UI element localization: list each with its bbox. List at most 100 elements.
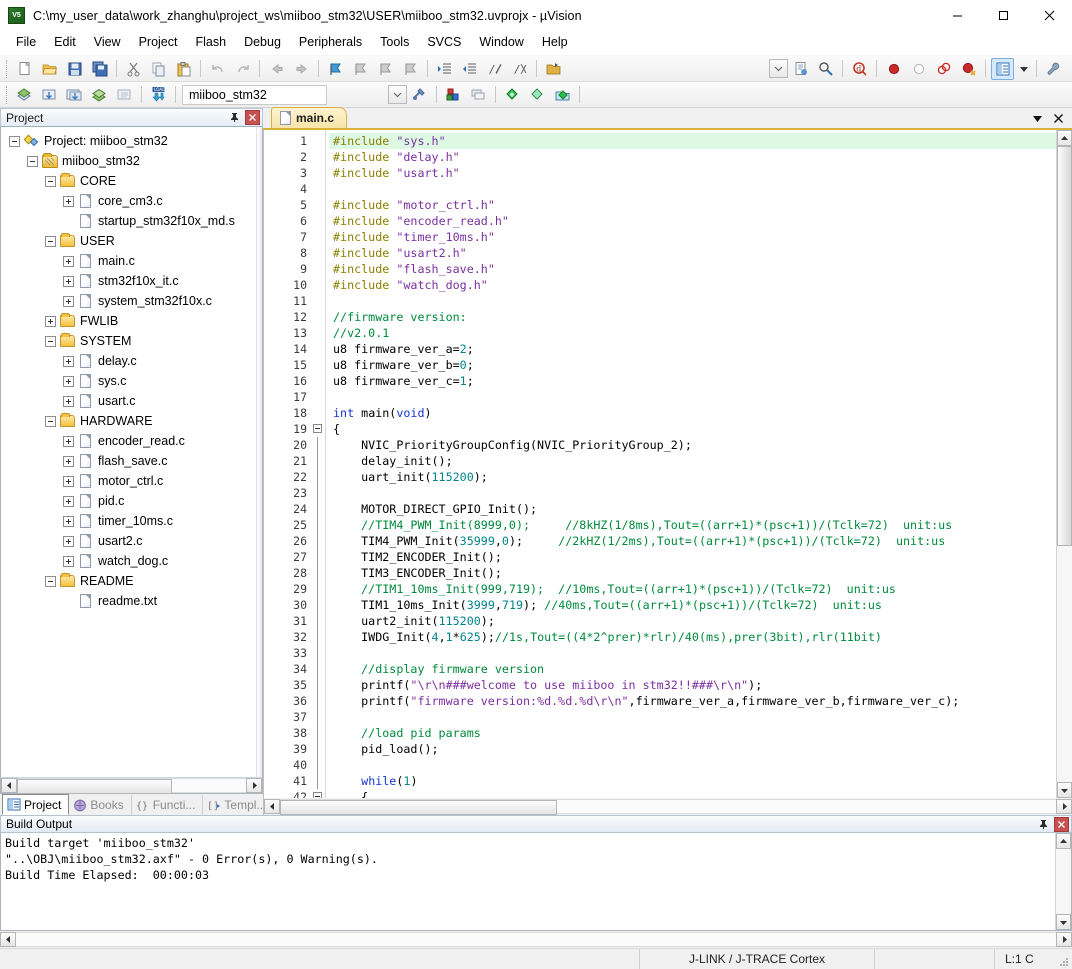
source-code-text[interactable]: #include "sys.h" #include "delay.h" #inclu… <box>329 130 1056 798</box>
tree-node[interactable]: core_cm3.c <box>1 191 262 211</box>
code-hscroll-track[interactable] <box>280 799 1056 815</box>
tree-node[interactable]: SYSTEM <box>1 331 262 351</box>
code-pane[interactable]: 1 2 3 4 5 6 7 8 9 10 11 12 13 14 15 16 17 18 19 20 21 22 23 24 2… <box>264 130 1056 798</box>
fold-toggle-icon[interactable] <box>312 421 325 437</box>
tree-node[interactable]: startup_stm32f10x_md.s <box>1 211 262 231</box>
scroll-right-icon[interactable] <box>246 778 262 793</box>
expand-icon[interactable] <box>63 275 74 287</box>
resize-grip-icon[interactable] <box>1056 949 1072 969</box>
copy-icon[interactable] <box>147 58 170 80</box>
menu-edit[interactable]: Edit <box>45 32 85 53</box>
expand-icon[interactable] <box>63 195 74 207</box>
close-icon[interactable] <box>1026 0 1072 31</box>
code-line[interactable]: int main(void) <box>329 405 1056 421</box>
code-line[interactable] <box>329 645 1056 661</box>
maximize-icon[interactable] <box>980 0 1026 31</box>
code-line[interactable] <box>329 181 1056 197</box>
code-line[interactable]: { <box>329 789 1056 798</box>
code-line[interactable] <box>329 389 1056 405</box>
project-window-dropdown-icon[interactable] <box>1016 58 1031 80</box>
tree-node[interactable]: main.c <box>1 251 262 271</box>
bottom-tab-functi[interactable]: {} Functi... <box>132 795 204 815</box>
code-line[interactable]: //v2.0.1 <box>329 325 1056 341</box>
collapse-icon[interactable] <box>45 575 56 587</box>
code-vscrollbar[interactable] <box>1056 130 1072 798</box>
menu-window[interactable]: Window <box>470 32 532 53</box>
hscroll-thumb[interactable] <box>17 779 172 794</box>
scroll-right-icon[interactable] <box>1056 799 1072 814</box>
expand-icon[interactable] <box>63 535 74 547</box>
code-line[interactable]: //TIM1_10ms_Init(999,719); //10ms,Tout=(… <box>329 581 1056 597</box>
start-debug-session-icon[interactable]: d <box>848 58 871 80</box>
scroll-left-icon[interactable] <box>0 932 16 947</box>
close-panel-icon[interactable] <box>1054 817 1069 832</box>
expand-icon[interactable] <box>63 375 74 387</box>
target-selector[interactable]: miiboo_stm32 <box>182 84 327 105</box>
disable-breakpoint-icon[interactable] <box>907 58 930 80</box>
build-hscroll-track[interactable] <box>16 932 1056 947</box>
save-icon[interactable] <box>63 58 86 80</box>
expand-icon[interactable] <box>45 315 56 327</box>
tree-node[interactable]: stm32f10x_it.c <box>1 271 262 291</box>
select-software-packs-icon[interactable] <box>467 84 490 106</box>
menu-project[interactable]: Project <box>130 32 187 53</box>
find-in-files-icon[interactable] <box>789 58 812 80</box>
manage-project-folders-icon[interactable] <box>551 84 574 106</box>
collapse-icon[interactable] <box>27 155 38 167</box>
scroll-down-icon[interactable] <box>1056 914 1071 930</box>
tree-node[interactable]: miiboo_stm32 <box>1 151 262 171</box>
project-tree[interactable]: Project: miiboo_stm32 miiboo_stm32 CORE cor… <box>0 127 263 777</box>
expand-icon[interactable] <box>63 435 74 447</box>
toolbar-grip[interactable] <box>6 59 9 78</box>
code-line[interactable]: uart_init(115200); <box>329 469 1056 485</box>
pin-icon[interactable] <box>227 110 242 125</box>
build-hscrollbar[interactable] <box>0 931 1072 948</box>
code-line[interactable] <box>329 485 1056 501</box>
project-tree-hscrollbar[interactable] <box>0 777 263 794</box>
code-line[interactable]: TIM3_ENCODER_Init(); <box>329 565 1056 581</box>
toolbox-dropdown-icon[interactable] <box>769 59 788 78</box>
code-line[interactable]: #include "flash_save.h" <box>329 261 1056 277</box>
tree-node[interactable]: flash_save.c <box>1 451 262 471</box>
expand-icon[interactable] <box>63 395 74 407</box>
navigate-backward-icon[interactable] <box>265 58 288 80</box>
code-line[interactable]: #include "encoder_read.h" <box>329 213 1056 229</box>
tree-node[interactable]: usart2.c <box>1 531 262 551</box>
open-file-icon[interactable] <box>38 58 61 80</box>
scroll-down-icon[interactable] <box>1057 782 1072 798</box>
tree-node[interactable]: CORE <box>1 171 262 191</box>
open-file-under-cursor-icon[interactable] <box>542 58 565 80</box>
code-editor[interactable]: 1 2 3 4 5 6 7 8 9 10 11 12 13 14 15 16 17 18 19 20 21 22 23 24 2… <box>263 130 1072 798</box>
navigate-forward-icon[interactable] <box>290 58 313 80</box>
code-line[interactable]: //display firmware version <box>329 661 1056 677</box>
tree-node[interactable]: Project: miiboo_stm32 <box>1 131 262 151</box>
minimize-icon[interactable] <box>934 0 980 31</box>
tree-node[interactable]: usart.c <box>1 391 262 411</box>
find-replace-icon[interactable] <box>814 58 837 80</box>
expand-icon[interactable] <box>63 495 74 507</box>
indent-icon[interactable] <box>433 58 456 80</box>
code-line[interactable]: #include "motor_ctrl.h" <box>329 197 1056 213</box>
tree-node[interactable]: USER <box>1 231 262 251</box>
code-line[interactable]: #include "watch_dog.h" <box>329 277 1056 293</box>
paste-icon[interactable] <box>172 58 195 80</box>
tab-main-c[interactable]: main.c <box>271 107 348 128</box>
code-line[interactable]: u8 firmware_ver_a=2; <box>329 341 1056 357</box>
code-line[interactable]: TIM2_ENCODER_Init(); <box>329 549 1056 565</box>
code-line[interactable]: u8 firmware_ver_b=0; <box>329 357 1056 373</box>
scroll-left-icon[interactable] <box>264 799 280 814</box>
tree-node[interactable]: README <box>1 571 262 591</box>
tab-list-dropdown-icon[interactable] <box>1032 114 1043 125</box>
tree-node[interactable]: readme.txt <box>1 591 262 611</box>
code-line[interactable]: MOTOR_DIRECT_GPIO_Init(); <box>329 501 1056 517</box>
manage-project-items-icon[interactable] <box>408 84 431 106</box>
code-line[interactable]: uart2_init(115200); <box>329 613 1056 629</box>
code-line[interactable]: #include "usart.h" <box>329 165 1056 181</box>
redo-icon[interactable] <box>231 58 254 80</box>
bottom-tab-project[interactable]: Project <box>2 794 70 815</box>
code-line[interactable]: printf("\r\n###welcome to use miiboo in … <box>329 677 1056 693</box>
kill-all-breakpoints-icon[interactable] <box>957 58 980 80</box>
toolbar-grip[interactable] <box>6 85 9 104</box>
close-tab-icon[interactable] <box>1053 113 1064 126</box>
code-line[interactable]: #include "timer_10ms.h" <box>329 229 1056 245</box>
